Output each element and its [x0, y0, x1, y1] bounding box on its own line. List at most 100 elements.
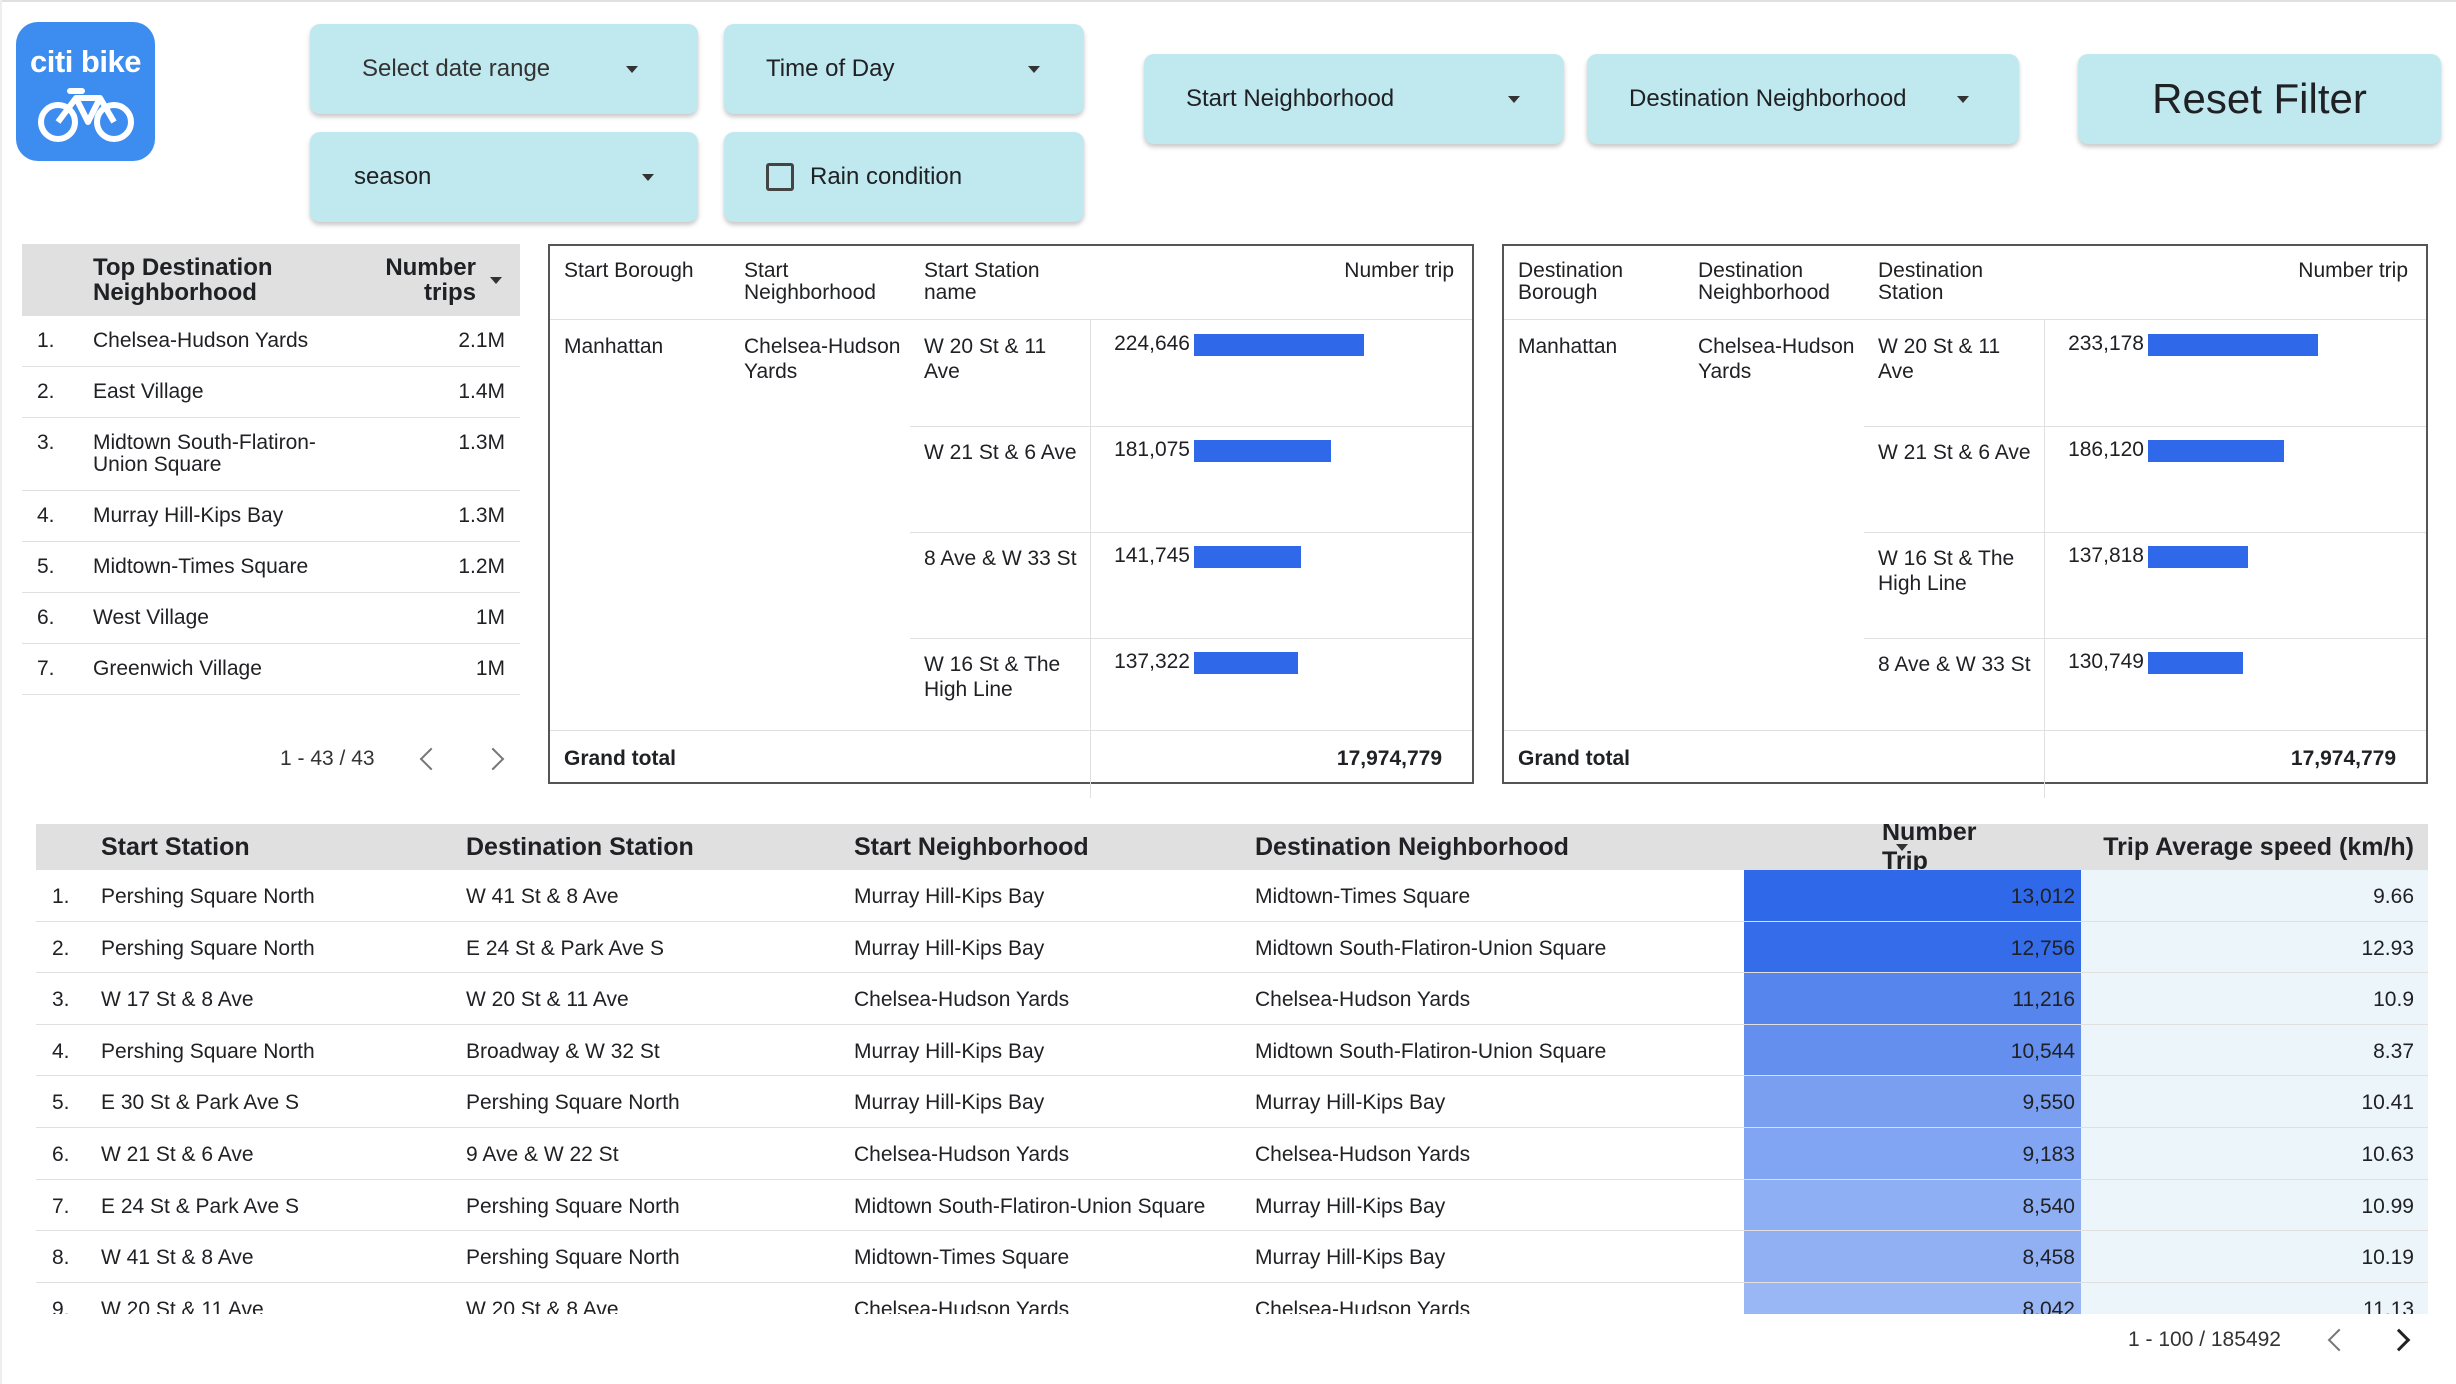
- avg-speed-cell: 10.99: [2081, 1179, 2428, 1231]
- trip-value: 181,075: [1114, 438, 1190, 461]
- header-borough[interactable]: Destination Borough: [1518, 260, 1668, 304]
- list-item[interactable]: 6. West Village 1M: [22, 593, 520, 644]
- reset-filter-button[interactable]: Reset Filter: [2078, 54, 2441, 144]
- table-row[interactable]: 9. W 20 St & 11 Ave W 20 St & 8 Ave Chelsea…: [36, 1282, 2428, 1314]
- header-station[interactable]: Destination Station: [1878, 260, 2028, 304]
- trip-value: 233,178: [2068, 332, 2144, 355]
- grand-total-label: Grand total: [1518, 747, 1631, 770]
- checkbox-icon[interactable]: [766, 163, 794, 191]
- destination-station-cell: W 41 St & 8 Ave: [466, 885, 619, 908]
- table-row[interactable]: 6. W 21 St & 6 Ave 9 Ave & W 22 St Chelsea-…: [36, 1127, 2428, 1180]
- avg-speed-cell: 9.66: [2081, 870, 2428, 921]
- station-cell: W 16 St & The High Line: [924, 653, 1061, 701]
- start-neighborhood-select[interactable]: Start Neighborhood: [1144, 54, 1564, 144]
- start-neighborhood-label: Start Neighborhood: [1186, 85, 1395, 112]
- avg-speed-value: 11.13: [2363, 1297, 2414, 1314]
- station-cell: 8 Ave & W 33 St: [924, 547, 1077, 570]
- list-item[interactable]: 2. East Village 1.4M: [22, 367, 520, 418]
- station-cell: 8 Ave & W 33 St: [1878, 653, 2031, 676]
- neighborhood-name: Midtown South-Flatiron-Union Square: [93, 431, 316, 476]
- neighborhood-name: Midtown-Times Square: [93, 555, 309, 578]
- header-neighborhood[interactable]: Start Neighborhood: [744, 260, 894, 304]
- trip-bar: [1194, 652, 1298, 674]
- start-neighborhood-cell: Chelsea-Hudson Yards: [854, 988, 1070, 1012]
- header-destination-neighborhood[interactable]: Destination Neighborhood: [1255, 833, 1569, 862]
- date-range-select[interactable]: Select date range: [310, 24, 698, 114]
- header-number-trip[interactable]: Number trip: [2298, 260, 2408, 282]
- avg-speed-value: 10.41: [2361, 1091, 2414, 1115]
- header-start-station[interactable]: Start Station: [101, 833, 250, 862]
- number-trip-value: 12,756: [2010, 936, 2075, 960]
- list-item[interactable]: 5. Midtown-Times Square 1.2M: [22, 542, 520, 593]
- station-cell: W 16 St & The High Line: [1878, 547, 2015, 595]
- neighborhood-name: Murray Hill-Kips Bay: [93, 504, 284, 527]
- header-number-trips[interactable]: Number trips: [333, 255, 520, 305]
- list-item[interactable]: 1. Chelsea-Hudson Yards 2.1M: [22, 316, 520, 367]
- trip-bar: [2148, 440, 2284, 462]
- rain-condition-checkbox[interactable]: Rain condition: [724, 132, 1084, 222]
- list-item[interactable]: 4. Murray Hill-Kips Bay 1.3M: [22, 491, 520, 542]
- destination-station-cell: W 20 St & 8 Ave: [466, 1297, 619, 1314]
- prev-page-icon[interactable]: [2327, 1328, 2351, 1352]
- neighborhood-name: West Village: [93, 606, 209, 629]
- chevron-down-icon: [1957, 95, 1969, 103]
- destination-neighborhood-cell: Midtown South-Flatiron-Union Square: [1255, 1039, 1607, 1063]
- header-neighborhood[interactable]: Destination Neighborhood: [1698, 260, 1848, 304]
- row-divider: [910, 532, 1472, 533]
- next-page-icon[interactable]: [2387, 1328, 2411, 1352]
- time-of-day-select[interactable]: Time of Day: [724, 24, 1084, 114]
- destination-neighborhood-cell: Murray Hill-Kips Bay: [1255, 1194, 1446, 1218]
- start-station-cell: Pershing Square North: [101, 1039, 315, 1063]
- avg-speed-value: 10.19: [2361, 1246, 2414, 1270]
- avg-speed-cell: 10.19: [2081, 1231, 2428, 1282]
- destination-neighborhood-cell: Chelsea-Hudson Yards: [1255, 988, 1471, 1012]
- neighborhood-name: Chelsea-Hudson Yards: [93, 329, 309, 352]
- start-station-cell: W 21 St & 6 Ave: [101, 1142, 254, 1166]
- header-start-neighborhood[interactable]: Start Neighborhood: [854, 833, 1089, 862]
- list-item[interactable]: 7. Greenwich Village 1M: [22, 644, 520, 695]
- grand-total-label: Grand total: [564, 747, 677, 770]
- column-divider: [1090, 731, 1091, 783]
- table-row[interactable]: 8. W 41 St & 8 Ave Pershing Square North Mi…: [36, 1231, 2428, 1283]
- station-cell: W 20 St & 11 Ave: [924, 335, 1047, 383]
- next-page-icon[interactable]: [481, 747, 504, 771]
- table-row[interactable]: 7. E 24 St & Park Ave S Pershing Square No…: [36, 1179, 2428, 1232]
- avg-speed-cell: 11.13: [2081, 1282, 2428, 1314]
- grand-total-value: 17,974,779: [2290, 747, 2396, 770]
- table-row[interactable]: 4. Pershing Square North Broadway & W 32 S…: [36, 1024, 2428, 1077]
- row-divider: [1864, 532, 2426, 533]
- table-row[interactable]: 2. Pershing Square North E 24 St & Park Av…: [36, 921, 2428, 974]
- start-neighborhood-cell: Murray Hill-Kips Bay: [854, 936, 1045, 960]
- trip-count: 1.4M: [458, 380, 505, 403]
- table-row[interactable]: 1. Pershing Square North W 41 St & 8 Ave Mu…: [36, 870, 2428, 922]
- number-trip-cell: 8,042: [1744, 1282, 2081, 1314]
- top-destination-pagination: 1 - 43 / 43: [280, 744, 510, 774]
- start-station-pivot-table: Start Borough Start Neighborhood Start Sta…: [548, 244, 1474, 798]
- destination-neighborhood-cell: Midtown South-Flatiron-Union Square: [1255, 936, 1607, 960]
- header-destination-station[interactable]: Destination Station: [466, 833, 694, 862]
- header-neighborhood[interactable]: Top Destination Neighborhood: [93, 255, 333, 305]
- number-trip-value: 11,216: [2012, 988, 2075, 1012]
- station-cell: W 21 St & 6 Ave: [1878, 441, 2031, 464]
- number-trip-cell: 11,216: [1744, 973, 2081, 1024]
- destination-neighborhood-select[interactable]: Destination Neighborhood: [1587, 54, 2019, 144]
- trips-table: Start Station Destination Station Start …: [36, 824, 2428, 1314]
- avg-speed-value: 9.66: [2373, 885, 2414, 908]
- header-borough[interactable]: Start Borough: [564, 260, 714, 282]
- table-row[interactable]: 3. W 17 St & 8 Ave W 20 St & 11 Ave Chelsea…: [36, 973, 2428, 1025]
- list-item[interactable]: 3. Midtown South-Flatiron-Union Square 1.3…: [22, 418, 520, 491]
- rank: 7.: [37, 657, 55, 680]
- row-divider: [910, 426, 1472, 427]
- sort-desc-icon: [1896, 843, 1908, 851]
- header-number-trip[interactable]: Number trip: [1344, 260, 1454, 282]
- number-trip-value: 10,544: [2010, 1039, 2075, 1063]
- header-station[interactable]: Start Station name: [924, 260, 1074, 304]
- table-row[interactable]: 5. E 30 St & Park Ave S Pershing Square No…: [36, 1076, 2428, 1128]
- number-trip-value: 13,012: [2010, 885, 2075, 908]
- destination-station-pivot-table: Destination Borough Destination Neighborh…: [1502, 244, 2428, 798]
- logo-text: citi bike: [30, 44, 141, 79]
- header-avg-speed[interactable]: Trip Average speed (km/h): [2103, 833, 2414, 862]
- prev-page-icon[interactable]: [419, 747, 442, 771]
- citibike-logo: citi bike: [16, 22, 155, 161]
- season-select[interactable]: season: [310, 132, 698, 222]
